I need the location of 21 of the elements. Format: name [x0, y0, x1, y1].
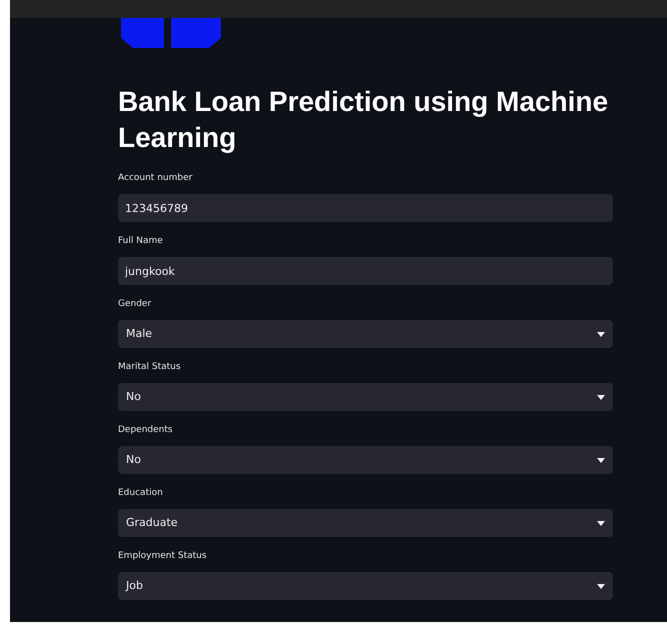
caret-icon — [597, 394, 605, 400]
text-field[interactable]: jungkook — [118, 257, 613, 285]
field-label: Full Name — [118, 235, 164, 248]
dropdown[interactable]: Male — [118, 320, 613, 348]
dropdown[interactable]: No — [118, 446, 613, 474]
dropdown[interactable]: Job — [118, 572, 613, 600]
field-label: Education — [118, 487, 164, 500]
caret-icon — [597, 332, 605, 336]
caret-icon — [597, 520, 605, 526]
caret-icon — [597, 584, 605, 588]
logo-icon — [121, 18, 221, 48]
field-label: Dependents — [118, 424, 174, 437]
field-label: Account number — [118, 172, 194, 185]
field-label: Employment Status — [118, 550, 208, 563]
text-field[interactable]: 123456789 — [118, 194, 613, 222]
dropdown[interactable]: Graduate — [118, 509, 613, 537]
caret-icon — [597, 458, 605, 462]
field-label: Gender — [118, 298, 152, 311]
page-title: Bank Loan Prediction using Machine Learning — [118, 85, 610, 155]
dropdown[interactable]: No — [118, 383, 613, 411]
field-label: Marital Status — [118, 361, 182, 374]
